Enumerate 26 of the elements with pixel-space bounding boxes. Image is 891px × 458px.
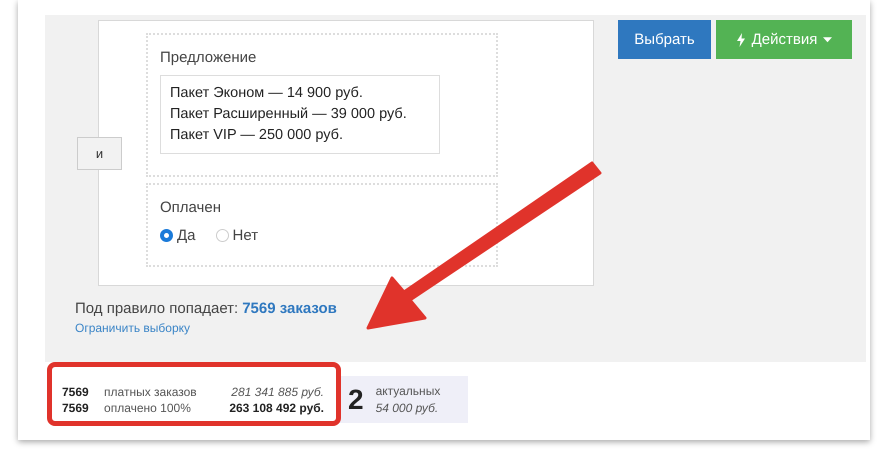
stat-label: оплачено 100% xyxy=(104,400,192,414)
stat-amount: 263 108 492 руб. xyxy=(228,400,324,414)
caret-icon xyxy=(823,36,832,42)
and-button[interactable]: и xyxy=(77,137,122,170)
lightning-icon xyxy=(736,32,746,46)
offer-item: Пакет Эконом — 14 900 руб. xyxy=(170,84,364,103)
radio-icon[interactable] xyxy=(160,229,173,242)
radio-icon[interactable] xyxy=(216,229,229,242)
active-count: 2 xyxy=(348,384,364,416)
radio-option[interactable]: Да xyxy=(160,227,196,244)
match-text: Под правило попадает: xyxy=(75,300,238,317)
active-amount: 54 000 руб. xyxy=(376,401,440,415)
condition-label: Предложение xyxy=(160,49,258,66)
radio-option[interactable]: Нет xyxy=(216,227,258,244)
condition-label: Оплачен xyxy=(160,199,222,216)
offer-item: Пакет VIP — 250 000 руб. xyxy=(170,126,344,145)
action-button[interactable]: Выбрать xyxy=(618,20,711,59)
active-label: актуальных xyxy=(376,384,440,398)
orders-link[interactable]: 7569 заказов xyxy=(242,300,337,317)
action-button[interactable]: Действия xyxy=(716,20,852,59)
stat-amount: 281 341 885 руб. xyxy=(230,384,324,398)
stat-label: платных заказов xyxy=(104,384,198,398)
stat-count: 7569 xyxy=(62,384,90,398)
limit-link[interactable]: Ограничить выборку xyxy=(75,321,843,335)
stat-count: 7569 xyxy=(62,400,90,414)
offer-item: Пакет Расширенный — 39 000 руб. xyxy=(170,105,408,124)
